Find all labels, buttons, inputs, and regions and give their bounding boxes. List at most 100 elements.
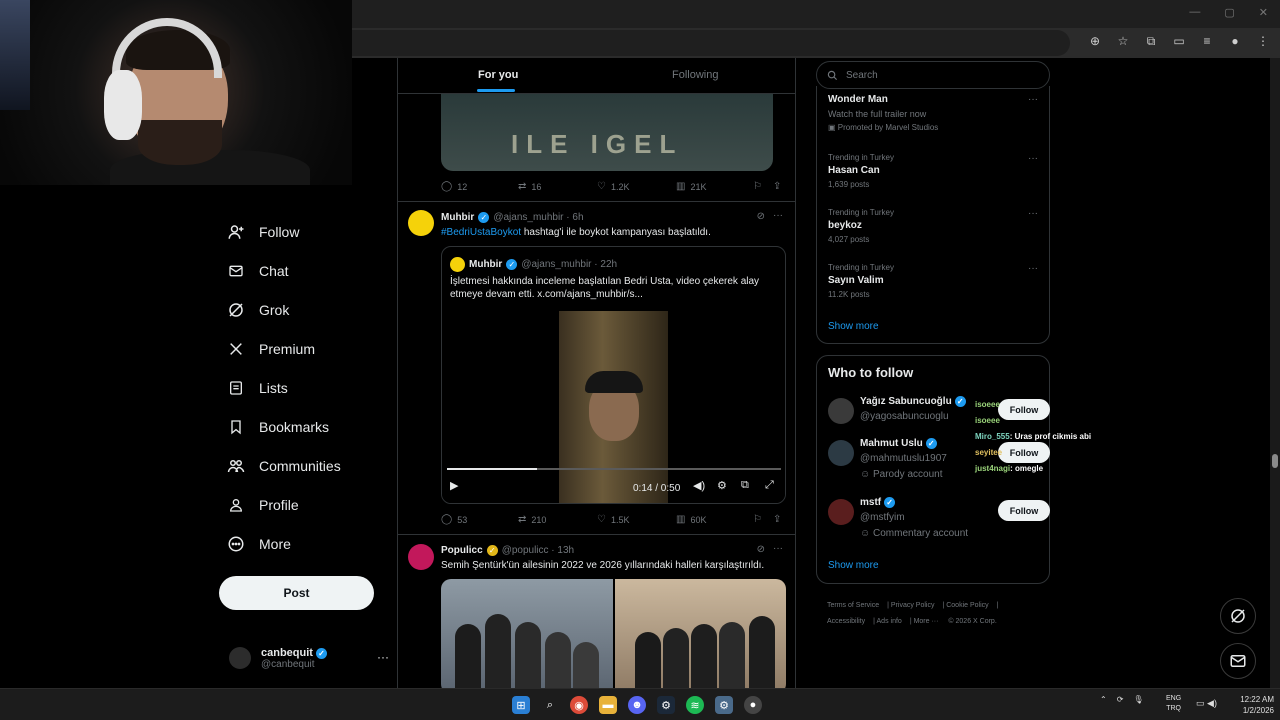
microphone-icon[interactable]: 🎙 bbox=[1133, 695, 1143, 704]
settings-gear-icon[interactable]: ⚙ bbox=[717, 479, 727, 492]
steam-icon[interactable]: ⚙ bbox=[657, 696, 675, 714]
split-view-icon[interactable]: ▭ bbox=[1172, 34, 1186, 48]
post-more-icon[interactable]: ··· bbox=[773, 543, 783, 554]
sidebar-item-more[interactable]: More bbox=[227, 532, 291, 556]
tab-for-you[interactable]: For you bbox=[476, 69, 518, 92]
trend-item[interactable]: Trending in Turkey Sayın Valim 11.2K pos… bbox=[828, 263, 1038, 299]
pip-icon[interactable]: ⧉ bbox=[741, 479, 749, 492]
views-button[interactable]: ▥ 21K bbox=[676, 181, 706, 192]
author-handle[interactable]: @populicc · 13h bbox=[502, 545, 574, 556]
repost-button[interactable]: ⇄ 210 bbox=[518, 514, 546, 525]
address-bar[interactable] bbox=[340, 30, 1070, 56]
avatar[interactable] bbox=[828, 440, 854, 466]
sidebar-item-bookmarks[interactable]: Bookmarks bbox=[227, 415, 329, 439]
page-scrollbar[interactable] bbox=[1270, 58, 1280, 688]
sidebar-item-premium[interactable]: Premium bbox=[227, 337, 315, 361]
grok-fab-button[interactable] bbox=[1220, 598, 1256, 634]
windows-start-icon[interactable]: ⊞ bbox=[512, 696, 530, 714]
quoted-post[interactable]: Muhbir ✓ @ajans_muhbir · 22h İşletmesi h… bbox=[441, 246, 786, 504]
bookmark-post-button[interactable]: ⚐ bbox=[753, 181, 762, 192]
tray-chevron-up-icon[interactable]: ⌃ bbox=[1100, 695, 1107, 704]
post-button[interactable]: Post bbox=[219, 576, 374, 610]
system-clock[interactable]: 12:22 AM 1/2/2026 bbox=[1226, 694, 1274, 716]
promoted-trend[interactable]: Wonder Man Watch the full trailer now ▣ … bbox=[828, 94, 1038, 132]
grok-explain-icon[interactable]: ⊘ bbox=[757, 211, 765, 222]
discord-icon[interactable]: ☻ bbox=[628, 696, 646, 714]
like-button[interactable]: ♡ 1.5K bbox=[597, 514, 629, 525]
install-app-icon[interactable]: ⊕ bbox=[1088, 34, 1102, 48]
trend-more-icon[interactable]: ··· bbox=[1028, 153, 1038, 164]
bookmark-star-icon[interactable]: ☆ bbox=[1116, 34, 1130, 48]
footer-link[interactable]: Accessibility bbox=[827, 618, 865, 625]
avatar[interactable] bbox=[408, 210, 434, 236]
trend-more-icon[interactable]: ··· bbox=[1028, 94, 1038, 105]
post-media-image[interactable]: ILE IGEL bbox=[441, 94, 773, 171]
settings-gear-icon[interactable]: ⚙ bbox=[715, 696, 733, 714]
messages-fab-button[interactable] bbox=[1220, 643, 1256, 679]
trend-more-icon[interactable]: ··· bbox=[1028, 263, 1038, 274]
views-button[interactable]: ▥ 60K bbox=[676, 514, 706, 525]
trend-item[interactable]: Trending in Turkey Hasan Can 1,639 posts… bbox=[828, 153, 1038, 189]
post-photo[interactable] bbox=[441, 579, 613, 688]
video-player[interactable]: ▶ 0:14 / 0:50 ◀) ⚙ ⧉ ⤢ bbox=[442, 307, 785, 503]
sidebar-item-chat[interactable]: Chat bbox=[227, 259, 289, 283]
trend-more-icon[interactable]: ··· bbox=[1028, 208, 1038, 219]
post-photo[interactable] bbox=[614, 579, 786, 688]
sidebar-item-follow[interactable]: Follow bbox=[227, 220, 299, 244]
play-icon[interactable]: ▶ bbox=[450, 479, 458, 492]
volume-icon[interactable]: ◀) bbox=[1207, 698, 1217, 708]
post-photo-grid[interactable] bbox=[441, 579, 786, 688]
network-sync-icon[interactable]: ⟳ bbox=[1117, 695, 1124, 704]
sidebar-item-profile[interactable]: Profile bbox=[227, 493, 299, 517]
post-more-icon[interactable]: ··· bbox=[773, 210, 783, 221]
search-icon[interactable]: ⌕ bbox=[541, 696, 559, 714]
trends-show-more-link[interactable]: Show more bbox=[828, 321, 879, 332]
account-switcher[interactable]: canbequit ✓ @canbequit ··· bbox=[229, 640, 389, 676]
avatar[interactable] bbox=[408, 544, 434, 570]
file-explorer-icon[interactable]: ▬ bbox=[599, 696, 617, 714]
scrollbar-thumb[interactable] bbox=[1272, 454, 1278, 468]
footer-link[interactable]: Terms of Service bbox=[827, 602, 879, 609]
spotify-icon[interactable]: ≋ bbox=[686, 696, 704, 714]
browser-menu-icon[interactable]: ⋮ bbox=[1256, 34, 1270, 48]
search-input[interactable]: Search bbox=[816, 61, 1050, 89]
footer-link[interactable]: Cookie Policy bbox=[946, 602, 988, 609]
profile-avatar-icon[interactable]: ● bbox=[1228, 34, 1242, 48]
like-button[interactable]: ♡ 1.2K bbox=[597, 181, 629, 192]
trend-item[interactable]: Trending in Turkey beykoz 4,027 posts ··… bbox=[828, 208, 1038, 244]
sidebar-item-lists[interactable]: Lists bbox=[227, 376, 288, 400]
grok-explain-icon[interactable]: ⊘ bbox=[757, 544, 765, 555]
who-to-follow-show-more-link[interactable]: Show more bbox=[828, 560, 879, 571]
chrome-icon[interactable]: ◉ bbox=[570, 696, 588, 714]
more-options-icon[interactable]: ··· bbox=[377, 650, 389, 664]
share-button[interactable]: ⇪ bbox=[773, 514, 781, 525]
fullscreen-icon[interactable]: ⤢ bbox=[765, 479, 774, 492]
obs-icon[interactable]: ● bbox=[744, 696, 762, 714]
author-name[interactable]: Populicc bbox=[441, 545, 483, 556]
share-button[interactable]: ⇪ bbox=[773, 181, 781, 192]
reading-list-icon[interactable]: ≡ bbox=[1200, 34, 1214, 48]
reply-button[interactable]: ◯ 53 bbox=[441, 514, 467, 525]
display-icon[interactable]: ▭ bbox=[1196, 698, 1205, 708]
footer-link[interactable]: Ads info bbox=[877, 618, 902, 625]
author-name[interactable]: Muhbir bbox=[441, 212, 474, 223]
hashtag-link[interactable]: #BedriUstaBoykot bbox=[441, 227, 521, 238]
volume-icon[interactable]: ◀) bbox=[693, 479, 705, 492]
input-language[interactable]: ENG TRQ bbox=[1166, 694, 1181, 714]
avatar[interactable] bbox=[828, 499, 854, 525]
avatar[interactable] bbox=[828, 398, 854, 424]
maximize-button[interactable]: ▢ bbox=[1224, 6, 1234, 19]
follow-button[interactable]: Follow bbox=[998, 500, 1050, 521]
extensions-icon[interactable]: ⧉ bbox=[1144, 34, 1158, 48]
minimize-button[interactable]: — bbox=[1189, 6, 1200, 19]
bookmark-post-button[interactable]: ⚐ bbox=[753, 514, 762, 525]
footer-link[interactable]: Privacy Policy bbox=[891, 602, 935, 609]
sidebar-item-grok[interactable]: Grok bbox=[227, 298, 289, 322]
repost-button[interactable]: ⇄ 16 bbox=[518, 181, 541, 192]
reply-button[interactable]: ◯ 12 bbox=[441, 181, 467, 192]
video-progress-bar[interactable] bbox=[447, 468, 781, 470]
tab-following[interactable]: Following bbox=[672, 69, 718, 81]
sidebar-item-communities[interactable]: Communities bbox=[227, 454, 341, 478]
footer-link[interactable]: More ··· bbox=[914, 618, 939, 625]
close-button[interactable]: ✕ bbox=[1259, 6, 1268, 19]
